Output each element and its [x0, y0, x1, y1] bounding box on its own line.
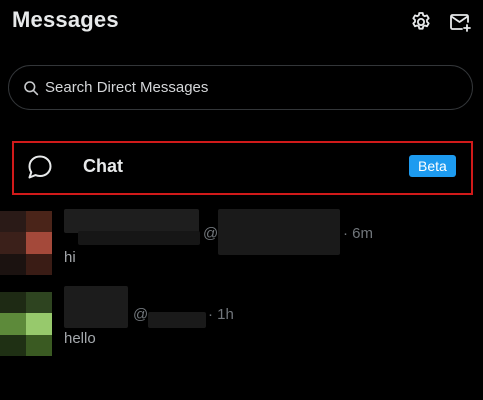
last-message: hello: [64, 330, 96, 347]
gear-icon: [412, 12, 430, 30]
handle-prefix: @: [133, 306, 149, 323]
redacted-handle: [148, 312, 206, 328]
search-icon: [24, 80, 39, 95]
handle-prefix: @: [203, 225, 219, 242]
beta-badge: Beta: [409, 155, 456, 177]
settings-button[interactable]: [409, 10, 433, 34]
chat-entry[interactable]: Chat Beta: [12, 141, 473, 195]
conversation-item[interactable]: @ · 1h hello: [0, 286, 483, 358]
conversation-item[interactable]: @ · 6m hi: [0, 205, 483, 277]
avatar: [0, 292, 52, 356]
search-input[interactable]: [45, 79, 472, 96]
last-message: hi: [64, 249, 76, 266]
redacted-name: [64, 209, 199, 233]
avatar: [0, 211, 52, 275]
page-title: Messages: [12, 7, 119, 32]
redacted-name: [64, 286, 128, 328]
new-message-button[interactable]: [448, 10, 472, 34]
chat-bubble-icon: [26, 153, 54, 181]
new-message-icon: [450, 14, 471, 32]
timestamp: · 6m: [343, 225, 373, 242]
chat-label: Chat: [83, 156, 123, 176]
redacted-handle: [218, 209, 340, 255]
redacted-name: [78, 231, 200, 245]
search-field[interactable]: [8, 65, 473, 110]
timestamp: · 1h: [208, 306, 234, 323]
